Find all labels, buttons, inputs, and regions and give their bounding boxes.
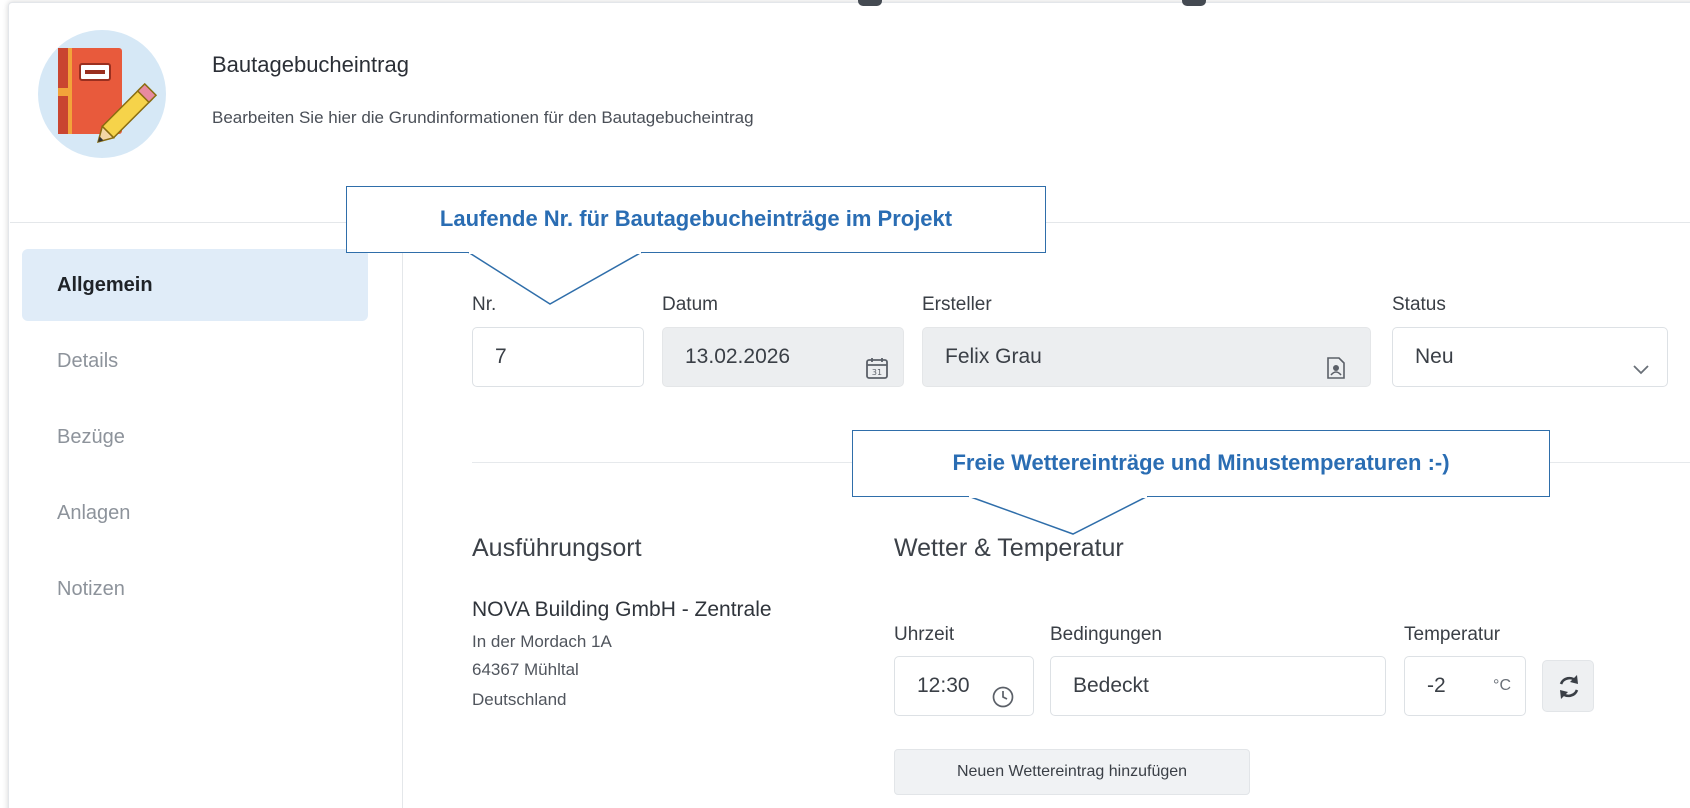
- temperature-label: Temperatur: [1404, 624, 1501, 645]
- clock-icon[interactable]: [991, 674, 1015, 708]
- page-title: Bautagebucheintrag: [212, 52, 409, 77]
- datum-field[interactable]: 13.02.2026 31: [662, 327, 904, 387]
- ersteller-value: Felix Grau: [945, 345, 1042, 368]
- sidebar: Allgemein Details Bezüge Anlagen Notizen: [10, 223, 403, 808]
- refresh-button[interactable]: [1542, 660, 1594, 712]
- ersteller-field: Felix Grau: [922, 327, 1371, 387]
- status-label: Status: [1392, 294, 1446, 315]
- callout-weather-gap: [969, 495, 1147, 498]
- diary-edit-icon: [38, 30, 166, 158]
- callout-nr-gap: [469, 251, 641, 254]
- weather-title: Wetter & Temperatur: [894, 534, 1124, 562]
- datum-label: Datum: [662, 294, 718, 315]
- sidebar-item-bezuege[interactable]: Bezüge: [22, 401, 368, 473]
- time-value: 12:30: [917, 674, 970, 697]
- ersteller-label: Ersteller: [922, 294, 992, 315]
- top-tab-right: [1182, 0, 1206, 6]
- time-label: Uhrzeit: [894, 624, 955, 645]
- location-name: NOVA Building GmbH - Zentrale: [472, 598, 772, 621]
- temperature-unit: °C: [1493, 677, 1511, 694]
- conditions-input[interactable]: Bedeckt: [1050, 656, 1386, 716]
- temperature-value: -2: [1427, 674, 1446, 697]
- temperature-input[interactable]: -2 °C: [1404, 656, 1526, 716]
- top-tab-left: [858, 0, 882, 6]
- status-value: Neu: [1415, 345, 1454, 368]
- location-city: 64367 Mühltal: [472, 660, 579, 679]
- svg-text:31: 31: [872, 368, 882, 377]
- conditions-label: Bedingungen: [1050, 624, 1162, 645]
- refresh-icon: [1559, 675, 1579, 699]
- add-weather-entry-button[interactable]: Neuen Wettereintrag hinzufügen: [894, 749, 1250, 795]
- sidebar-item-notizen[interactable]: Notizen: [22, 553, 368, 625]
- callout-weather-hint: Freie Wettereinträge und Minustemperatur…: [852, 430, 1550, 497]
- sidebar-item-anlagen[interactable]: Anlagen: [22, 477, 368, 549]
- time-input[interactable]: 12:30: [894, 656, 1034, 716]
- sidebar-item-details[interactable]: Details: [22, 325, 368, 397]
- nr-input[interactable]: 7: [472, 327, 644, 387]
- datum-value: 13.02.2026: [685, 345, 791, 368]
- contact-card-icon[interactable]: [1324, 345, 1348, 379]
- location-title: Ausführungsort: [472, 534, 642, 562]
- callout-nr-hint: Laufende Nr. für Bautagebucheinträge im …: [346, 186, 1046, 253]
- location-country: Deutschland: [472, 690, 567, 709]
- calendar-icon[interactable]: 31: [865, 345, 889, 379]
- sidebar-item-allgemein[interactable]: Allgemein: [22, 249, 368, 321]
- nr-label: Nr.: [472, 294, 497, 315]
- status-select[interactable]: Neu: [1392, 327, 1668, 387]
- chevron-down-icon: [1629, 346, 1653, 375]
- page-subtitle: Bearbeiten Sie hier die Grundinformation…: [212, 108, 754, 127]
- location-street: In der Mordach 1A: [472, 632, 612, 651]
